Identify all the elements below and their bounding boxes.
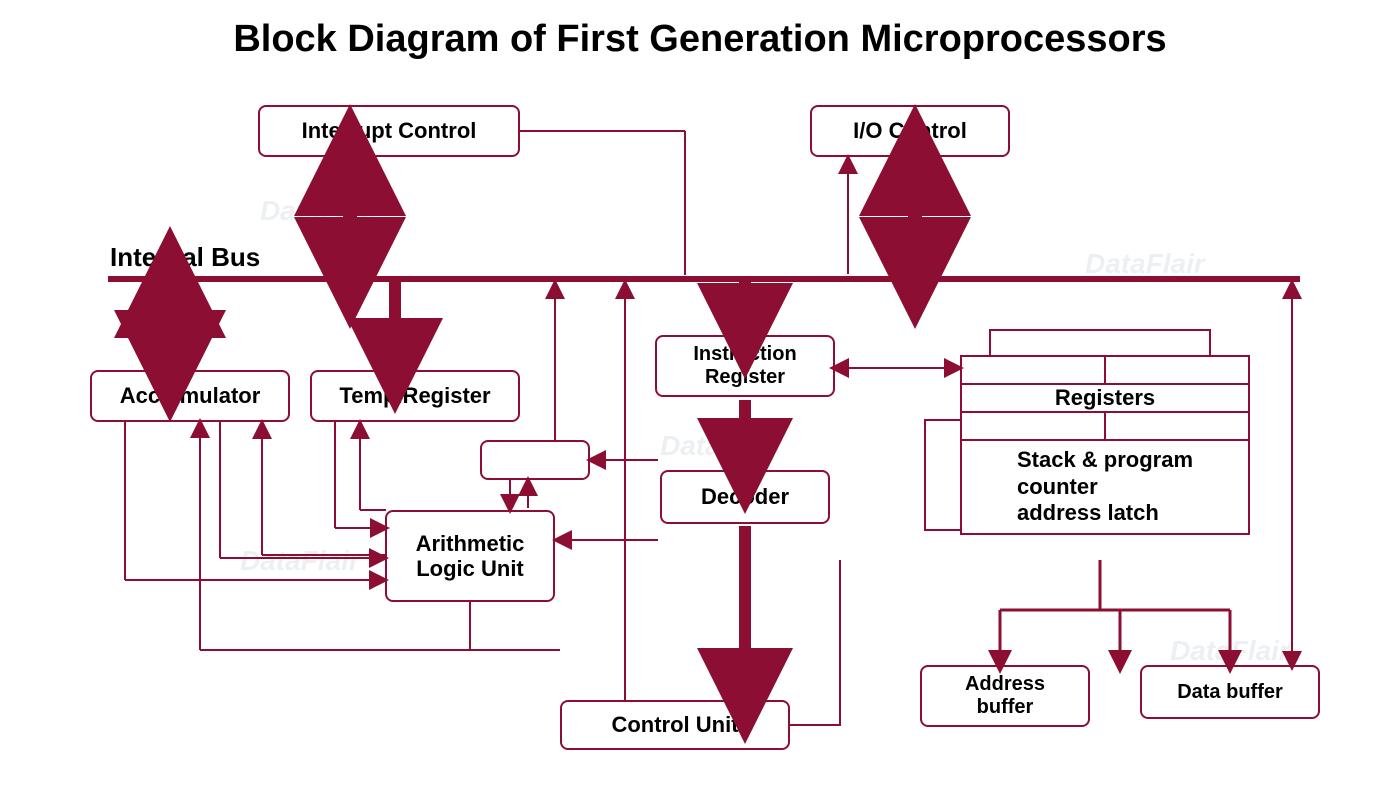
label-registers: Registers (962, 385, 1248, 413)
bus-label: Internal Bus (110, 242, 260, 273)
label-stack-pc-latch: Stack & programcounteraddress latch (962, 441, 1248, 533)
watermark: DataFlair (260, 195, 380, 227)
internal-bus (108, 276, 1300, 282)
block-data-buffer: Data buffer (1140, 665, 1320, 719)
page-title: Block Diagram of First Generation Microp… (0, 18, 1400, 61)
block-accumulator: Acculmulator (90, 370, 290, 422)
block-address-buffer: Addressbuffer (920, 665, 1090, 727)
block-register-file: Registers Stack & programcounteraddress … (960, 355, 1250, 535)
block-alu: ArithmeticLogic Unit (385, 510, 555, 602)
watermark: DataFlair (660, 430, 780, 462)
block-control-unit: Control Unit (560, 700, 790, 750)
block-flag-register (480, 440, 590, 480)
watermark: DataFlair (240, 545, 360, 577)
block-instruction-register: InstructionRegister (655, 335, 835, 397)
block-temp-register: Temp.Register (310, 370, 520, 422)
block-io-control: I/O Control (810, 105, 1010, 157)
block-decoder: Decoder (660, 470, 830, 524)
watermark: DataFlair (1170, 635, 1290, 667)
block-interrupt-control: Interrupt Control (258, 105, 520, 157)
